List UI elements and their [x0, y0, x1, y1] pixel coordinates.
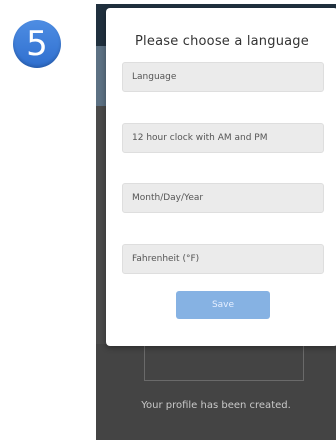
language-select-value: Language — [132, 72, 177, 82]
date-format-select[interactable]: Month/Day/Year — [122, 183, 324, 213]
save-button[interactable]: Save — [176, 291, 270, 319]
dialog-title: Please choose a language — [135, 34, 309, 49]
language-select[interactable]: Language — [122, 62, 324, 92]
temperature-unit-select[interactable]: Fahrenheit (°F) — [122, 244, 324, 274]
date-format-value: Month/Day/Year — [132, 193, 204, 203]
clock-format-value: 12 hour clock with AM and PM — [132, 133, 268, 143]
profile-created-message: Your profile has been created. — [141, 400, 291, 411]
background-panel-edge — [96, 46, 106, 106]
step-number-badge: 5 — [13, 20, 61, 68]
temperature-unit-value: Fahrenheit (°F) — [132, 254, 200, 264]
clock-format-select[interactable]: 12 hour clock with AM and PM — [122, 123, 324, 153]
language-dialog: Please choose a language Language 12 hou… — [106, 8, 336, 346]
